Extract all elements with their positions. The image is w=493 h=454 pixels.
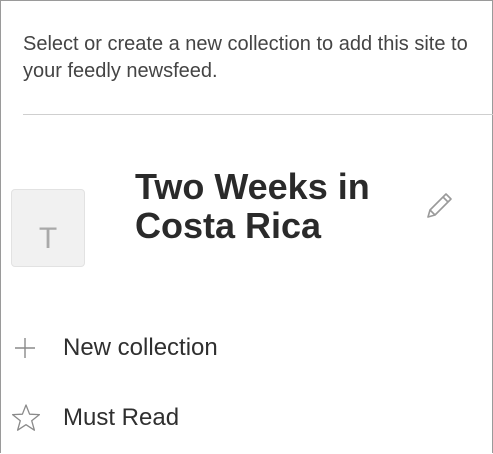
collection-title[interactable]: Two Weeks in Costa Rica bbox=[135, 167, 415, 245]
star-outline-icon bbox=[11, 404, 41, 431]
thumbnail-letter: T bbox=[38, 222, 58, 255]
divider bbox=[23, 114, 493, 115]
collection-thumbnail[interactable]: T bbox=[11, 189, 85, 267]
intro-text: Select or create a new collection to add… bbox=[23, 33, 468, 82]
pencil-icon[interactable] bbox=[422, 189, 456, 223]
must-read-label: Must Read bbox=[63, 404, 180, 431]
new-collection-button[interactable]: New collection bbox=[11, 327, 481, 367]
new-collection-label: New collection bbox=[63, 334, 218, 361]
collection-picker-panel: Select or create a new collection to add… bbox=[0, 0, 493, 453]
plus-icon bbox=[15, 338, 35, 358]
must-read-button[interactable]: Must Read bbox=[11, 397, 481, 437]
